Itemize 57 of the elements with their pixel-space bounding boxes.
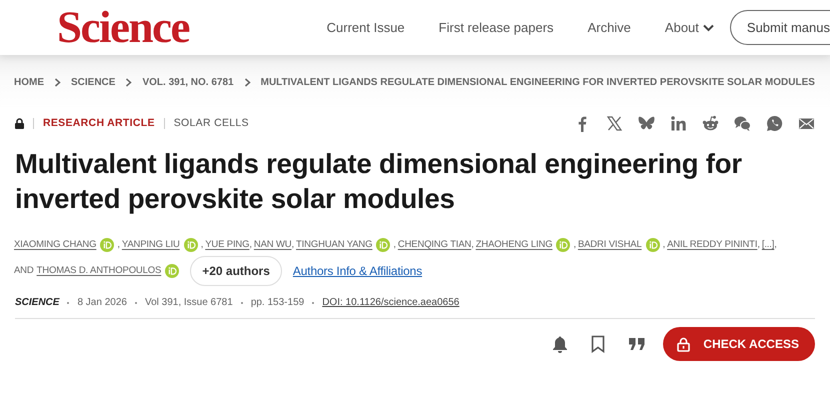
breadcrumb-link[interactable]: VOL. 391, NO. 6781 xyxy=(142,75,234,90)
nav-link[interactable]: Archive xyxy=(588,18,631,38)
chat-bubbles-icon[interactable] xyxy=(734,115,751,132)
submit-button[interactable]: Submit manus xyxy=(730,10,830,46)
journal-name: SCIENCE xyxy=(15,296,60,310)
issue-info: Vol 391, Issue 6781 xyxy=(144,296,233,310)
breadcrumb-link[interactable]: SCIENCE xyxy=(71,75,116,90)
author-link[interactable]: YANPING LIU xyxy=(122,238,180,252)
breadcrumb-link[interactable]: HOME xyxy=(14,75,44,90)
separator-text: , xyxy=(200,238,204,252)
author-link[interactable]: XIAOMING CHANG xyxy=(14,238,96,252)
chevron-down-icon xyxy=(702,24,714,32)
nav-link[interactable]: First release papers xyxy=(438,18,554,38)
author-link[interactable]: YUE PING xyxy=(205,238,250,252)
article-section[interactable]: SOLAR CELLS xyxy=(174,116,249,132)
author-link[interactable]: TINGHUAN YANG xyxy=(296,238,372,252)
chevron-right-icon xyxy=(54,78,61,87)
separator-text: , xyxy=(757,238,760,252)
affiliations-link[interactable]: Authors Info & Affiliations xyxy=(292,262,422,280)
author-link[interactable]: ANIL REDDY PININTI xyxy=(667,238,758,252)
check-access-button[interactable]: CHECK ACCESS xyxy=(663,327,815,362)
author-link[interactable]: [...] xyxy=(762,238,774,252)
conjunction-text: AND xyxy=(14,264,34,278)
x-mark-icon[interactable] xyxy=(606,115,623,132)
bell-icon[interactable] xyxy=(551,334,570,354)
page-range: pp. 153-159 xyxy=(250,296,304,310)
alien-face-icon[interactable] xyxy=(702,115,719,132)
author-link[interactable]: BADRI VISHAL xyxy=(578,238,642,252)
butterfly-icon[interactable] xyxy=(638,115,655,132)
separator-text: , xyxy=(573,238,576,252)
letters-in-icon[interactable] xyxy=(670,115,687,132)
author-link[interactable]: NAN WU xyxy=(254,238,292,252)
doi-link[interactable]: DOI: 10.1126/science.aea0656 xyxy=(322,295,460,310)
lock-icon xyxy=(677,336,690,352)
separator-text: , xyxy=(774,238,777,252)
author-link[interactable]: ZHAOHENG LING xyxy=(476,238,552,252)
site-logo[interactable]: Science xyxy=(57,5,189,50)
article-type[interactable]: RESEARCH ARTICLE xyxy=(43,116,155,132)
breadcrumb-current: MULTIVALENT LIGANDS REGULATE DIMENSIONAL ENGINEERING FOR INVERTED PEROVSKITE SOLAR MODULES xyxy=(260,76,815,90)
separator-text: , xyxy=(393,238,396,252)
publication-date: 8 Jan 2026 xyxy=(77,296,127,310)
nav-dropdown[interactable]: About xyxy=(664,18,714,38)
author-link[interactable]: CHENQING TIAN xyxy=(398,238,472,252)
quote-icon[interactable] xyxy=(629,338,646,350)
chevron-right-icon xyxy=(244,78,251,87)
phone-bubble-icon[interactable] xyxy=(766,115,783,132)
separator-text: , xyxy=(292,238,294,252)
chevron-right-icon xyxy=(125,78,132,87)
article-title: Multivalent ligands regulate dimensional engineering for inverted perovskite solar modules xyxy=(15,147,743,216)
more-authors-button[interactable]: +20 authors xyxy=(190,256,282,286)
separator-text: , xyxy=(249,238,252,252)
separator-text: , xyxy=(117,238,120,252)
separator-text: , xyxy=(662,238,666,252)
bookmark-icon[interactable] xyxy=(591,335,606,354)
author-link[interactable]: THOMAS D. ANTHOPOULOS xyxy=(36,264,162,278)
separator-text: , xyxy=(471,238,474,252)
nav-link[interactable]: Current Issue xyxy=(326,18,405,38)
